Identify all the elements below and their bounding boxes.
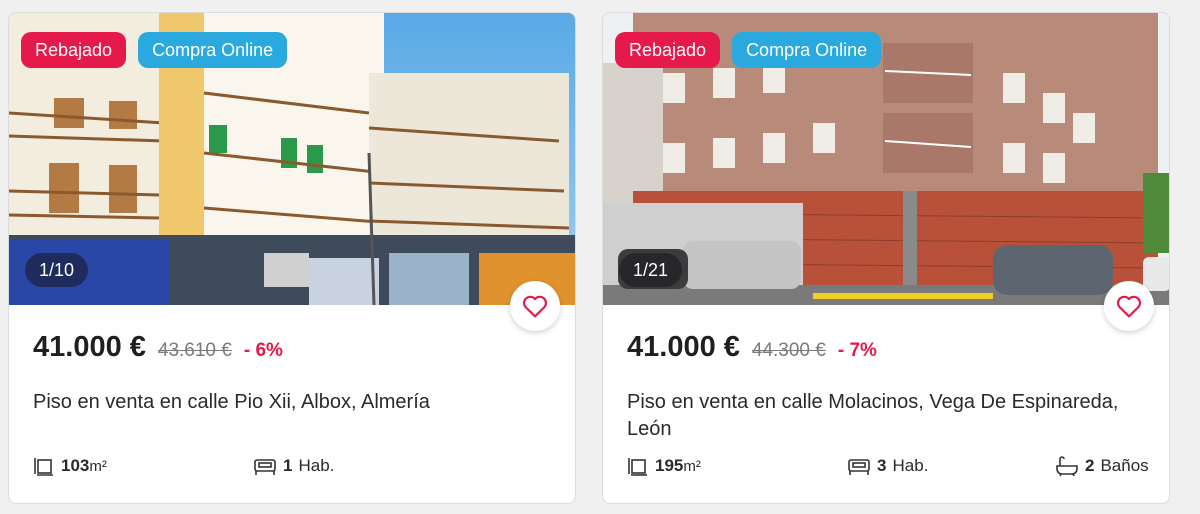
badge-group: Rebajado Compra Online <box>21 32 288 68</box>
baths-value: 2 <box>1085 456 1095 475</box>
feature-baths: 2 Baños <box>1055 455 1149 477</box>
property-title[interactable]: Piso en venta en calle Molacinos, Vega D… <box>627 389 1147 443</box>
area-icon <box>34 458 53 476</box>
price-row: 41.000 € 44.300 € - 7% <box>627 331 877 364</box>
current-price: 41.000 € <box>33 331 146 363</box>
previous-price: 43.610 € <box>157 340 232 361</box>
online-purchase-badge: Compra Online <box>138 32 288 68</box>
previous-price: 44.300 € <box>751 340 826 361</box>
rooms-label: Hab. <box>892 456 929 475</box>
rooms-value: 3 <box>877 456 887 475</box>
feature-rooms: 1 Hab. <box>253 455 334 477</box>
area-unit: m² <box>89 458 107 475</box>
baths-label: Baños <box>1100 456 1149 475</box>
discount-badge: Rebajado <box>21 32 127 68</box>
online-purchase-badge: Compra Online <box>732 32 882 68</box>
area-value: 103 <box>61 456 90 475</box>
favorite-button[interactable] <box>510 281 560 331</box>
feature-area: 103m² <box>33 455 107 477</box>
photo-counter: 1/21 <box>619 253 683 287</box>
discount-percentage: - 7% <box>837 340 877 361</box>
photo-counter: 1/10 <box>25 253 89 287</box>
price-row: 41.000 € 43.610 € - 6% <box>33 331 283 364</box>
discount-badge: Rebajado <box>615 32 721 68</box>
area-unit: m² <box>683 458 701 475</box>
bed-icon <box>254 459 276 475</box>
feature-rooms: 3 Hab. <box>847 455 928 477</box>
bed-icon <box>848 459 870 475</box>
discount-percentage: - 6% <box>243 340 283 361</box>
property-card[interactable]: Rebajado Compra Online 1/10 41.000 € 43.… <box>8 12 576 504</box>
rooms-label: Hab. <box>298 456 335 475</box>
feature-area: 195m² <box>627 455 701 477</box>
heart-icon <box>1116 295 1142 318</box>
property-card[interactable]: Rebajado Compra Online 1/21 41.000 € 44.… <box>602 12 1170 504</box>
current-price: 41.000 € <box>627 331 740 363</box>
badge-group: Rebajado Compra Online <box>615 32 882 68</box>
area-icon <box>628 458 647 476</box>
heart-icon <box>522 295 548 318</box>
area-value: 195 <box>655 456 684 475</box>
bath-icon <box>1056 456 1078 477</box>
rooms-value: 1 <box>283 456 293 475</box>
property-title[interactable]: Piso en venta en calle Pio Xii, Albox, A… <box>33 389 553 416</box>
favorite-button[interactable] <box>1104 281 1154 331</box>
